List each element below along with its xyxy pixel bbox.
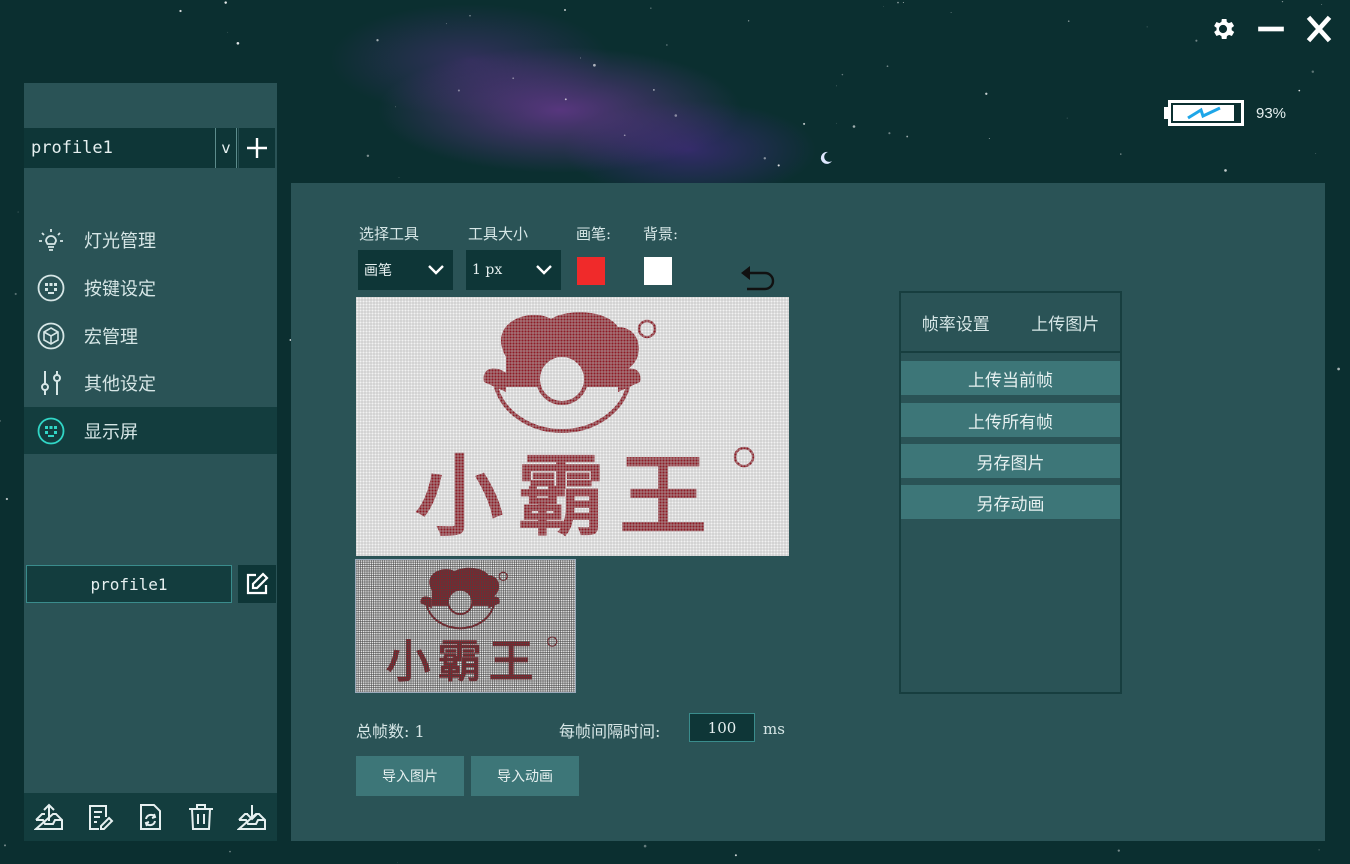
tool-select[interactable]: 画笔 xyxy=(358,250,453,290)
gear-icon xyxy=(1214,18,1235,40)
battery-indicator: 93% xyxy=(1164,100,1287,126)
nav-item-label: 宏管理 xyxy=(84,326,138,348)
profile-select-value: profile1 xyxy=(31,138,113,158)
frame-interval-input[interactable] xyxy=(689,713,755,742)
minimize-button[interactable] xyxy=(1254,12,1288,46)
total-frames: 总帧数: 1 xyxy=(356,722,425,741)
tool-size-value: 1 px xyxy=(472,262,503,278)
close-button[interactable] xyxy=(1302,12,1336,46)
background-color-swatch[interactable] xyxy=(644,257,672,285)
cube-icon xyxy=(36,321,66,351)
undo-icon[interactable] xyxy=(737,263,777,293)
tool-label: 选择工具 xyxy=(359,225,420,243)
notes-icon xyxy=(88,805,114,830)
trash-icon xyxy=(189,804,214,830)
sidebar: profile1 v 灯光管理 按键设定 宏管理 其他设定 显示屏 profil… xyxy=(24,83,277,841)
profile-select[interactable]: profile1 xyxy=(24,128,238,168)
add-profile-button[interactable] xyxy=(239,128,275,168)
brush-color-label: 画笔: xyxy=(576,225,612,243)
nav-item-label: 显示屏 xyxy=(84,421,138,443)
nav-item-display[interactable]: 显示屏 xyxy=(24,407,277,454)
nav-item-macro[interactable]: 宏管理 xyxy=(24,312,277,359)
nav-item-lighting[interactable]: 灯光管理 xyxy=(24,216,277,263)
upload-current-frame-button[interactable]: 上传当前帧 xyxy=(901,361,1120,395)
delete-profile-button[interactable] xyxy=(183,799,219,835)
save-image-button[interactable]: 另存图片 xyxy=(901,444,1120,478)
upload-all-frames-button[interactable]: 上传所有帧 xyxy=(901,403,1120,437)
display-icon xyxy=(36,416,66,446)
tool-size-label: 工具大小 xyxy=(468,225,529,243)
brush-color-swatch[interactable] xyxy=(577,257,605,285)
battery-percent: 93% xyxy=(1256,104,1287,122)
tool-select-value: 画笔 xyxy=(364,263,392,279)
import-animation-button[interactable]: 导入动画 xyxy=(471,756,579,796)
settings-button[interactable] xyxy=(1206,12,1240,46)
moon-icon xyxy=(820,151,832,164)
profile-name-field[interactable]: profile1 xyxy=(26,565,232,603)
profile-dropdown-caret[interactable]: v xyxy=(215,128,237,168)
nav-item-label: 灯光管理 xyxy=(84,230,156,252)
edit-icon xyxy=(246,572,269,595)
export-profile-button[interactable] xyxy=(31,799,67,835)
sliders-icon xyxy=(36,368,66,398)
tab-frame-rate[interactable]: 帧率设置 xyxy=(922,310,990,335)
frame-thumbnail[interactable]: 小霸王 xyxy=(355,559,576,693)
display-editor-panel: 选择工具 工具大小 画笔: 背景: 画笔 1 px 小霸王 小霸王 帧率设置 上… xyxy=(291,183,1325,841)
minimize-icon xyxy=(1258,26,1284,32)
profile-actions-bar xyxy=(24,793,277,841)
import-image-button[interactable]: 导入图片 xyxy=(356,756,464,796)
tool-size-select[interactable]: 1 px xyxy=(466,250,561,290)
notes-button[interactable] xyxy=(82,799,118,835)
tab-upload-image[interactable]: 上传图片 xyxy=(1031,310,1099,335)
frame-interval-label: 每帧间隔时间: xyxy=(559,722,661,741)
bulb-icon xyxy=(36,225,66,255)
chevron-down-icon xyxy=(428,265,444,275)
edit-profile-button[interactable] xyxy=(238,565,276,603)
refresh-file-icon xyxy=(140,804,162,830)
export-icon xyxy=(34,803,64,830)
upload-panel: 帧率设置 上传图片 上传当前帧 上传所有帧 另存图片 另存动画 xyxy=(899,291,1122,694)
nav-item-label: 其他设定 xyxy=(84,373,156,395)
import-profile-button[interactable] xyxy=(234,799,270,835)
keyboard-icon xyxy=(36,273,66,303)
reset-profile-button[interactable] xyxy=(132,799,168,835)
nav-item-other[interactable]: 其他设定 xyxy=(24,359,277,406)
battery-body xyxy=(1164,100,1244,126)
lightning-icon xyxy=(1186,106,1221,120)
close-icon xyxy=(1306,15,1332,43)
battery-fill xyxy=(1173,105,1235,121)
save-animation-button[interactable]: 另存动画 xyxy=(901,485,1120,519)
pixel-canvas[interactable]: 小霸王 xyxy=(356,297,789,556)
upload-panel-tabs: 帧率设置 上传图片 xyxy=(901,293,1120,353)
chevron-down-icon xyxy=(536,265,552,275)
background-color-label: 背景: xyxy=(643,225,679,243)
import-icon xyxy=(236,805,266,830)
nav-item-keys[interactable]: 按键设定 xyxy=(24,264,277,311)
nav-item-label: 按键设定 xyxy=(84,278,156,300)
plus-icon xyxy=(247,138,267,158)
frame-interval-unit: ms xyxy=(763,720,785,738)
